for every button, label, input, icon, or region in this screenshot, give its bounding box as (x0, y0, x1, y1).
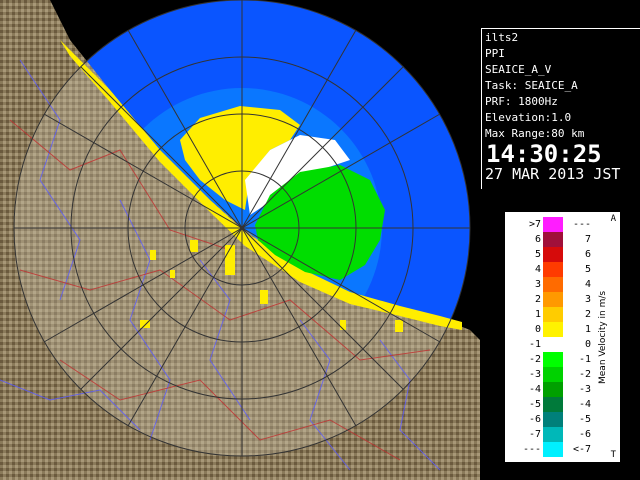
legend-title: Mean Velocity in m/s (598, 290, 608, 384)
legend-row-upper-label: -4 (528, 384, 541, 395)
legend-color-swatch (543, 412, 563, 427)
legend-row-lower-label: -6 (578, 429, 591, 440)
legend-color-swatch (543, 397, 563, 412)
scan-mode: PPI (485, 47, 505, 60)
legend-row-upper-label: 3 (534, 279, 541, 290)
legend-row-lower-label: 0 (584, 339, 591, 350)
legend-row: 45 (505, 262, 605, 277)
elevation-value: Elevation:1.0 (485, 111, 572, 124)
station-name: ilts2 (485, 31, 519, 44)
legend-row: -1 0 (505, 337, 605, 352)
legend-row-upper-label: 1 (534, 309, 541, 320)
legend-row: 56 (505, 247, 605, 262)
legend-row: -4 -3 (505, 382, 605, 397)
legend-row-lower-label: -3 (578, 384, 591, 395)
legend-row-lower-label: -5 (578, 414, 591, 425)
legend-color-swatch (543, 322, 563, 337)
legend-row-lower-label: 2 (584, 309, 591, 320)
legend-row: -5 -4 (505, 397, 605, 412)
legend-color-swatch (543, 247, 563, 262)
legend-color-swatch (543, 307, 563, 322)
legend-row-lower-label: 3 (584, 294, 591, 305)
legend-row-lower-label: 5 (584, 264, 591, 275)
legend-color-swatch (543, 352, 563, 367)
legend-row: >7 --- (505, 217, 605, 232)
legend-row-upper-label: --- (522, 444, 541, 455)
legend-row: 34 (505, 277, 605, 292)
max-range-value: Max Range:80 km (485, 127, 585, 140)
legend-color-swatch (543, 232, 563, 247)
legend-row-upper-label: -1 (528, 339, 541, 350)
legend-top-mark: A (610, 214, 616, 224)
legend-row-lower-label: 6 (584, 249, 591, 260)
legend-row: -2 -1 (505, 352, 605, 367)
legend-row-upper-label: -6 (528, 414, 541, 425)
radar-display: ilts2 PPI SEAICE_A_V Task: SEAICE_A PRF:… (0, 0, 640, 480)
legend-color-swatch (543, 442, 563, 457)
radar-ppi-map[interactable] (0, 0, 480, 480)
legend-row: 01 (505, 322, 605, 337)
legend-row: --- <-7 (505, 442, 605, 457)
legend-row: 12 (505, 307, 605, 322)
legend-row-upper-label: -7 (528, 429, 541, 440)
legend-row-lower-label: 1 (584, 324, 591, 335)
info-panel: ilts2 PPI SEAICE_A_V Task: SEAICE_A PRF:… (481, 28, 640, 189)
legend-row: -6 -5 (505, 412, 605, 427)
product-name: SEAICE_A_V (485, 63, 552, 76)
legend-color-swatch (543, 217, 563, 232)
legend-color-swatch (543, 382, 563, 397)
legend-row: -7 -6 (505, 427, 605, 442)
legend-row-upper-label: 4 (534, 264, 541, 275)
legend-row-lower-label: -2 (578, 369, 591, 380)
velocity-legend: >7 --- 6 7 5 6 4 5 3 4 2 3 1 2 0 1 -1 0 -2 -1 -3 -2 -4 -3 -5 -4 -6… (503, 210, 622, 464)
legend-color-swatch (543, 277, 563, 292)
legend-row-lower-label: -1 (578, 354, 591, 365)
legend-row-lower-label: --- (572, 219, 591, 230)
legend-row-upper-label: 5 (534, 249, 541, 260)
legend-row: 67 (505, 232, 605, 247)
legend-bottom-mark: T (610, 450, 616, 460)
legend-row: 23 (505, 292, 605, 307)
scan-time: 14:30:25 (486, 140, 602, 168)
legend-row-upper-label: 2 (534, 294, 541, 305)
legend-row-upper-label: >7 (528, 219, 541, 230)
legend-color-swatch (543, 427, 563, 442)
legend-row-upper-label: -3 (528, 369, 541, 380)
legend-row-lower-label: <-7 (572, 444, 591, 455)
task-name: Task: SEAICE_A (485, 79, 578, 92)
legend-color-swatch (543, 367, 563, 382)
legend-color-swatch (543, 262, 563, 277)
legend-row-upper-label: 0 (534, 324, 541, 335)
legend-row-upper-label: 6 (534, 234, 541, 245)
legend-row: -3 -2 (505, 367, 605, 382)
legend-row-lower-label: 7 (584, 234, 591, 245)
legend-row-upper-label: -2 (528, 354, 541, 365)
scan-date: 27 MAR 2013 JST (485, 165, 621, 183)
prf-value: PRF: 1800Hz (485, 95, 558, 108)
azimuth-lines (14, 0, 470, 456)
legend-color-swatch (543, 292, 563, 307)
legend-row-lower-label: -4 (578, 399, 591, 410)
legend-row-lower-label: 4 (584, 279, 591, 290)
legend-color-swatch (543, 337, 563, 352)
legend-row-upper-label: -5 (528, 399, 541, 410)
